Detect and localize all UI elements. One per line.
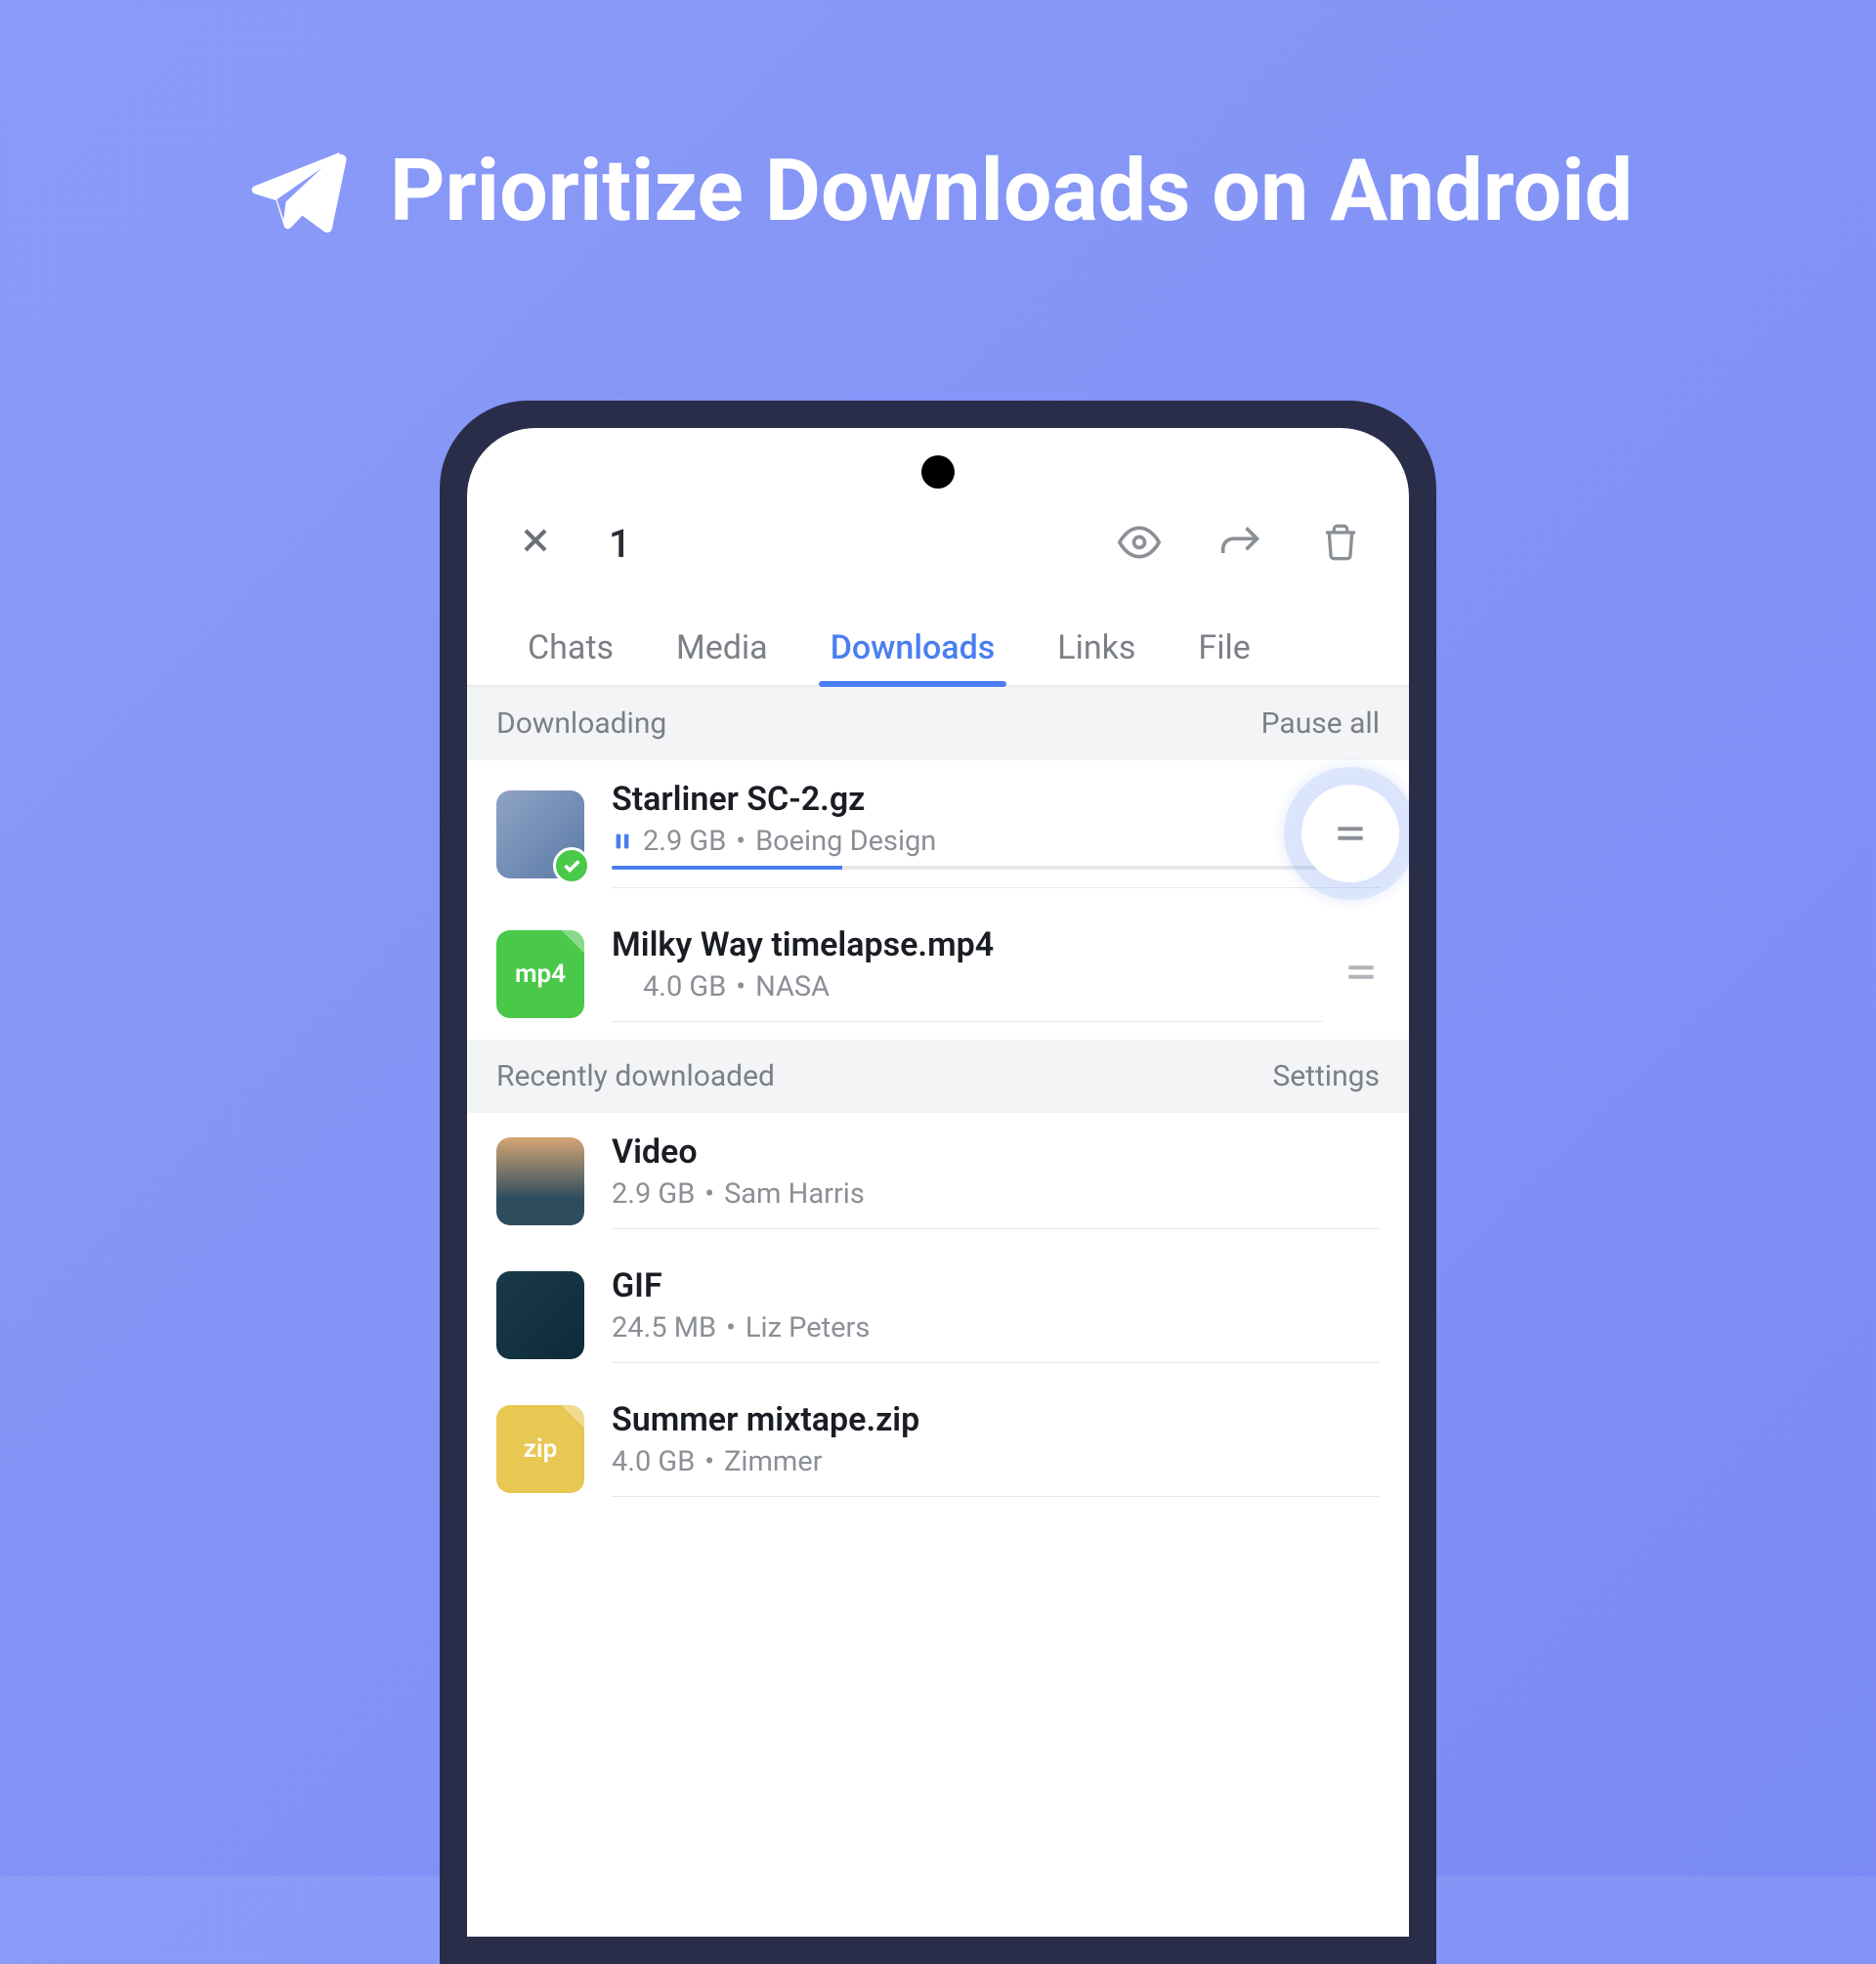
pause-icon bbox=[612, 831, 633, 852]
progress-bar bbox=[612, 866, 1380, 870]
download-item[interactable]: Starliner SC-2.gz 2.9 GB • Boeing Design bbox=[467, 760, 1409, 906]
selected-count: 1 bbox=[609, 521, 1118, 567]
download-arrow-icon bbox=[612, 976, 633, 998]
forward-icon[interactable] bbox=[1219, 521, 1262, 568]
pause-all-button[interactable]: Pause all bbox=[1261, 706, 1380, 741]
item-meta: 2.9 GB • Sam Harris bbox=[612, 1177, 1380, 1211]
recent-item[interactable]: zip Summer mixtape.zip 4.0 GB • Zimmer bbox=[467, 1381, 1409, 1515]
item-title: Summer mixtape.zip bbox=[612, 1400, 1380, 1439]
item-title: Milky Way timelapse.mp4 bbox=[612, 925, 1323, 964]
file-type-icon: zip bbox=[496, 1405, 584, 1493]
recent-item[interactable]: Video 2.9 GB • Sam Harris bbox=[467, 1113, 1409, 1247]
tab-links[interactable]: Links bbox=[1026, 611, 1167, 685]
view-icon[interactable] bbox=[1118, 521, 1161, 568]
item-meta: 4.0 GB • NASA bbox=[612, 970, 1323, 1003]
trash-icon[interactable] bbox=[1321, 521, 1360, 568]
download-item[interactable]: mp4 Milky Way timelapse.mp4 4.0 GB • NAS… bbox=[467, 906, 1409, 1040]
banner-title: Prioritize Downloads on Android bbox=[390, 141, 1633, 241]
drag-handle-icon[interactable] bbox=[1323, 954, 1380, 995]
item-thumbnail bbox=[496, 1271, 584, 1359]
item-meta: 2.9 GB • Boeing Design bbox=[612, 825, 1380, 858]
banner: Prioritize Downloads on Android bbox=[0, 0, 1876, 244]
tab-files[interactable]: File bbox=[1167, 611, 1281, 685]
downloading-header: Downloading Pause all bbox=[467, 687, 1409, 760]
item-meta: 4.0 GB • Zimmer bbox=[612, 1445, 1380, 1478]
recent-title: Recently downloaded bbox=[496, 1059, 775, 1093]
phone-screen: 1 Chats Media Downloads Links File Downl… bbox=[467, 428, 1409, 1937]
item-thumbnail: zip bbox=[496, 1405, 584, 1493]
tab-chats[interactable]: Chats bbox=[496, 611, 645, 685]
tabs: Chats Media Downloads Links File bbox=[467, 601, 1409, 687]
recent-header: Recently downloaded Settings bbox=[467, 1040, 1409, 1113]
settings-button[interactable]: Settings bbox=[1272, 1059, 1380, 1093]
check-icon bbox=[553, 847, 590, 884]
item-meta: 24.5 MB • Liz Peters bbox=[612, 1311, 1380, 1345]
item-title: Video bbox=[612, 1132, 1380, 1172]
close-button[interactable] bbox=[516, 516, 555, 572]
downloading-title: Downloading bbox=[496, 706, 666, 741]
selection-toolbar: 1 bbox=[467, 428, 1409, 601]
recent-item[interactable]: GIF 24.5 MB • Liz Peters bbox=[467, 1247, 1409, 1381]
item-thumbnail bbox=[496, 790, 584, 878]
drag-handle-icon[interactable] bbox=[1332, 815, 1369, 852]
tab-downloads[interactable]: Downloads bbox=[799, 611, 1027, 685]
item-thumbnail bbox=[496, 1137, 584, 1225]
item-title: GIF bbox=[612, 1266, 1380, 1305]
phone-frame: 1 Chats Media Downloads Links File Downl… bbox=[440, 401, 1436, 1964]
file-type-icon: mp4 bbox=[496, 930, 584, 1018]
tab-media[interactable]: Media bbox=[645, 611, 799, 685]
telegram-icon bbox=[243, 137, 351, 244]
camera-notch bbox=[921, 455, 955, 489]
item-title: Starliner SC-2.gz bbox=[612, 780, 1380, 819]
item-thumbnail: mp4 bbox=[496, 930, 584, 1018]
